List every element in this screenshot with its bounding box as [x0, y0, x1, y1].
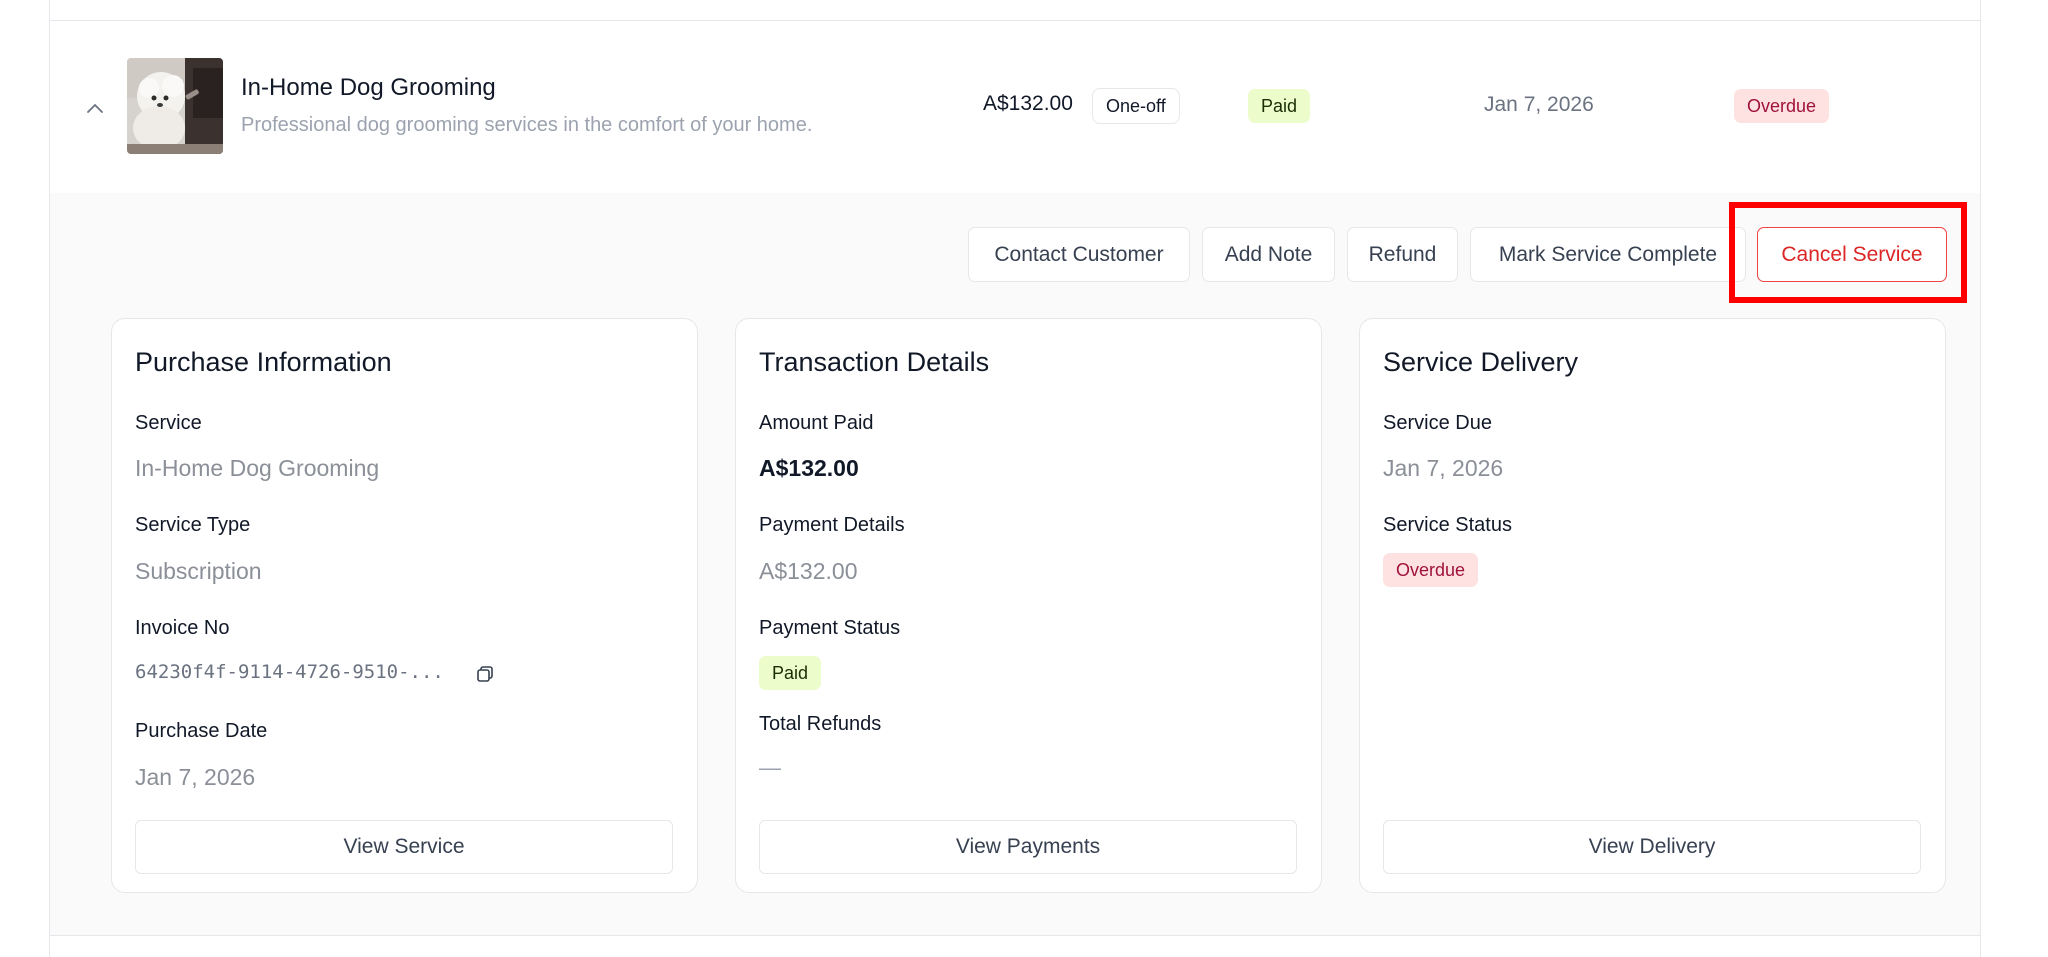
service-value: In-Home Dog Grooming — [135, 455, 380, 481]
invoice-label: Invoice No — [135, 617, 230, 639]
order-row[interactable]: In-Home Dog Grooming Professional dog gr… — [50, 21, 1980, 193]
service-type-value: Subscription — [135, 558, 262, 584]
purchase-information-card: Purchase Information Service In-Home Dog… — [111, 318, 698, 893]
service-status-label: Service Status — [1383, 514, 1512, 536]
payment-details-label: Payment Details — [759, 514, 905, 536]
frequency-badge: One-off — [1092, 88, 1180, 124]
purchase-date-value: Jan 7, 2026 — [135, 764, 256, 790]
service-status-badge: Overdue — [1383, 553, 1479, 587]
total-refunds-value: — — [759, 755, 781, 780]
transaction-details-card: Transaction Details Amount Paid A$132.00… — [735, 318, 1322, 893]
payment-status-badge: Paid — [1248, 89, 1311, 123]
add-note-button[interactable]: Add Note — [1202, 227, 1335, 282]
copy-icon[interactable] — [475, 664, 495, 684]
service-type-label: Service Type — [135, 514, 251, 536]
chevron-up-icon[interactable] — [82, 95, 108, 121]
payment-details-value: A$132.00 — [759, 558, 858, 584]
service-status-badge: Overdue — [1734, 89, 1830, 123]
service-title: In-Home Dog Grooming — [241, 74, 496, 101]
service-delivery-card: Service Delivery Service Due Jan 7, 2026… — [1359, 318, 1946, 893]
service-description: Professional dog grooming services in th… — [241, 114, 813, 136]
amount-paid-value: A$132.00 — [759, 455, 859, 481]
total-refunds-label: Total Refunds — [759, 713, 882, 735]
order-price: A$132.00 — [983, 92, 1073, 115]
cancel-service-button[interactable]: Cancel Service — [1757, 227, 1947, 282]
service-due-label: Service Due — [1383, 412, 1492, 434]
card-title: Transaction Details — [759, 347, 990, 377]
purchase-date-label: Purchase Date — [135, 720, 268, 742]
view-service-button[interactable]: View Service — [135, 820, 673, 874]
card-title: Purchase Information — [135, 347, 392, 377]
service-due-value: Jan 7, 2026 — [1383, 455, 1504, 481]
view-payments-button[interactable]: View Payments — [759, 820, 1297, 874]
order-date: Jan 7, 2026 — [1484, 93, 1594, 116]
payment-status-label: Payment Status — [759, 617, 901, 639]
payment-status-badge: Paid — [759, 656, 822, 690]
contact-customer-button[interactable]: Contact Customer — [968, 227, 1190, 282]
orders-panel: In-Home Dog Grooming Professional dog gr… — [49, 0, 1981, 957]
order-details: Contact Customer Add Note Refund Mark Se… — [50, 193, 1980, 935]
amount-paid-label: Amount Paid — [759, 412, 874, 434]
service-label: Service — [135, 412, 202, 434]
view-delivery-button[interactable]: View Delivery — [1383, 820, 1921, 874]
service-thumbnail — [127, 58, 223, 154]
card-title: Service Delivery — [1383, 347, 1579, 377]
mark-service-complete-button[interactable]: Mark Service Complete — [1470, 227, 1746, 282]
page: In-Home Dog Grooming Professional dog gr… — [0, 0, 2048, 957]
refund-button[interactable]: Refund — [1347, 227, 1458, 282]
invoice-value: 64230f4f-9114-4726-9510-... — [135, 661, 444, 683]
divider — [50, 935, 1980, 936]
